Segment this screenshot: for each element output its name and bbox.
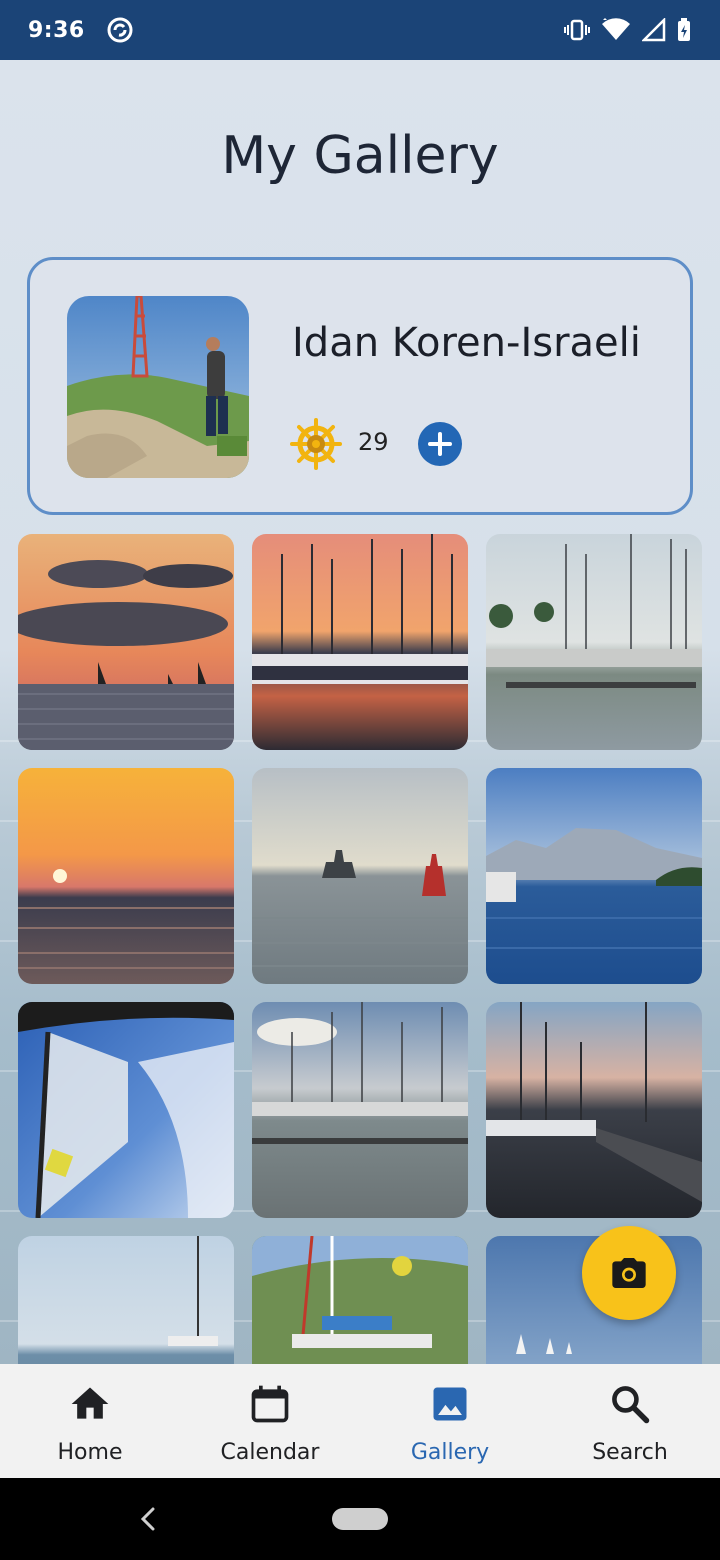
image-icon [433, 1387, 467, 1421]
wifi-icon [602, 18, 630, 40]
points-value: 29 [358, 428, 389, 456]
status-bar: 9:36 [0, 0, 720, 60]
nav-label-calendar: Calendar [220, 1440, 320, 1465]
camera-icon [612, 1258, 646, 1288]
gallery-image-7[interactable] [18, 1002, 234, 1218]
battery-icon [678, 18, 690, 41]
vibrate-icon [564, 19, 590, 41]
add-points-button[interactable] [418, 422, 462, 466]
home-icon [71, 1387, 109, 1419]
gallery-image-8[interactable] [252, 1002, 468, 1218]
gallery-image-5[interactable] [252, 768, 468, 984]
profile-card: Idan Koren-Israeli 29 [27, 257, 693, 515]
home-pill[interactable] [332, 1508, 388, 1530]
nav-item-home[interactable]: Home [0, 1364, 180, 1478]
nav-item-calendar[interactable]: Calendar [180, 1364, 360, 1478]
gallery-image-9[interactable] [486, 1002, 702, 1218]
search-icon [612, 1386, 650, 1424]
gallery-image-4[interactable] [18, 768, 234, 984]
profile-name: Idan Koren-Israeli [292, 320, 641, 366]
gallery-image-11[interactable] [252, 1236, 468, 1364]
nav-label-home: Home [57, 1440, 123, 1465]
signal-icon [642, 18, 666, 42]
gallery-image-3[interactable] [486, 534, 702, 750]
gallery-image-1[interactable] [18, 534, 234, 750]
status-icons [564, 17, 692, 43]
page-title: My Gallery [221, 126, 499, 186]
calendar-icon [251, 1385, 289, 1423]
status-time: 9:36 [28, 17, 85, 43]
nav-label-gallery: Gallery [410, 1440, 490, 1465]
plus-icon [428, 432, 452, 456]
gallery-image-6[interactable] [486, 768, 702, 984]
sync-circle-icon [107, 17, 133, 43]
avatar[interactable] [67, 296, 249, 478]
nav-item-search[interactable]: Search [540, 1364, 720, 1478]
bottom-navigation: Home Calendar Gallery Search [0, 1364, 720, 1478]
ship-wheel-icon [290, 418, 342, 470]
gallery-image-10[interactable] [18, 1236, 234, 1364]
nav-label-search: Search [592, 1440, 668, 1465]
gallery-image-2[interactable] [252, 534, 468, 750]
camera-fab-button[interactable] [582, 1226, 676, 1320]
nav-item-gallery[interactable]: Gallery [360, 1364, 540, 1478]
back-chevron-icon[interactable] [136, 1504, 160, 1534]
